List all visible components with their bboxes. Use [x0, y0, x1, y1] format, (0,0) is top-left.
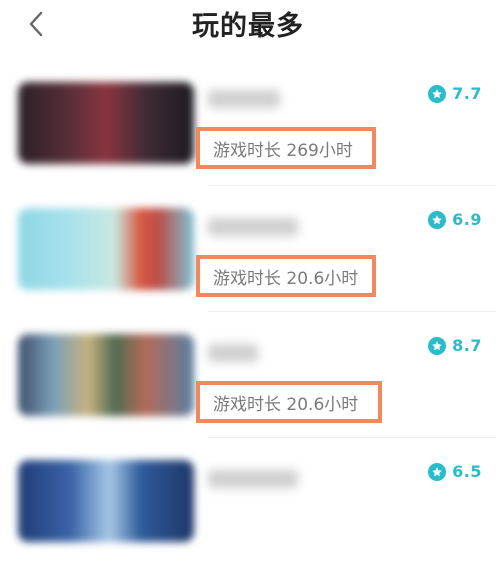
- playtime-label: 游戏时长 20.6小时: [196, 255, 376, 297]
- star-icon: [428, 84, 447, 103]
- list-item[interactable]: 8.7 游戏时长 20.6小时: [0, 312, 496, 438]
- game-title-blurred: [208, 218, 298, 236]
- playtime-label: 游戏时长 20.6小时: [196, 381, 382, 423]
- rating-score: 8.7: [452, 336, 482, 355]
- playtime-text: 游戏时长 20.6小时: [213, 394, 359, 415]
- rating: 8.7: [428, 336, 482, 355]
- rating-score: 6.9: [452, 210, 482, 229]
- game-thumbnail[interactable]: [18, 208, 194, 290]
- game-title-blurred: [208, 344, 258, 362]
- rating: 6.5: [428, 462, 482, 481]
- game-thumbnail[interactable]: [18, 82, 194, 164]
- rating: 7.7: [428, 84, 482, 103]
- rating-score: 6.5: [452, 462, 482, 481]
- game-list: 7.7 游戏时长 269小时 6.9 游戏时长 20.6小时 8.7 游戏时长 …: [0, 60, 496, 564]
- game-thumbnail[interactable]: [18, 460, 194, 542]
- page-title: 玩的最多: [192, 11, 304, 42]
- rating: 6.9: [428, 210, 482, 229]
- playtime-text: 游戏时长 269小时: [213, 140, 353, 161]
- game-thumbnail[interactable]: [18, 334, 194, 416]
- list-item[interactable]: 7.7 游戏时长 269小时: [0, 60, 496, 186]
- rating-score: 7.7: [452, 84, 482, 103]
- star-icon: [428, 462, 447, 481]
- game-title-blurred: [208, 90, 280, 108]
- list-item[interactable]: 6.9 游戏时长 20.6小时: [0, 186, 496, 312]
- star-icon: [428, 210, 447, 229]
- star-icon: [428, 336, 447, 355]
- game-title-blurred: [208, 470, 298, 488]
- playtime-text: 游戏时长 20.6小时: [213, 268, 359, 289]
- list-item[interactable]: 6.5: [0, 438, 496, 564]
- header-bar: 玩的最多: [0, 0, 496, 50]
- playtime-label: 游戏时长 269小时: [196, 127, 376, 169]
